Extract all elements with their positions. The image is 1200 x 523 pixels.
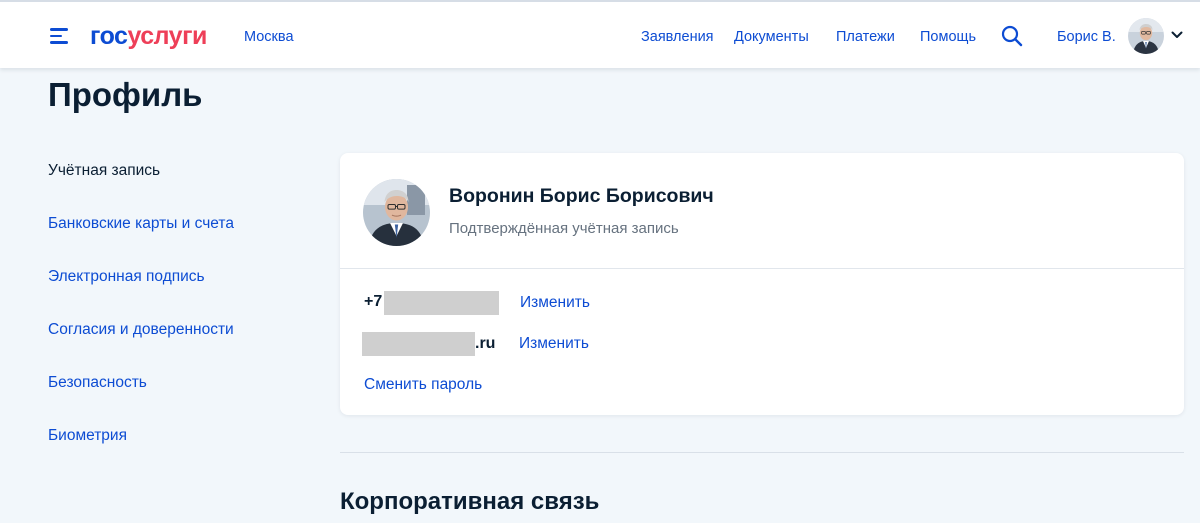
sidebar-item-bank-cards[interactable]: Банковские карты и счета bbox=[48, 215, 234, 233]
page-title: Профиль bbox=[48, 76, 203, 113]
nav-applications[interactable]: Заявления bbox=[641, 29, 714, 45]
profile-avatar bbox=[363, 179, 430, 246]
phone-redacted bbox=[384, 291, 499, 315]
sidebar-item-security[interactable]: Безопасность bbox=[48, 374, 147, 392]
city-selector[interactable]: Москва bbox=[244, 29, 294, 45]
profile-card: Воронин Борис Борисович Подтверждённая у… bbox=[340, 153, 1184, 415]
account-status: Подтверждённая учётная запись bbox=[449, 220, 679, 237]
nav-payments[interactable]: Платежи bbox=[836, 29, 895, 45]
sidebar-item-digital-signature[interactable]: Электронная подпись bbox=[48, 268, 205, 286]
search-icon[interactable] bbox=[1001, 25, 1023, 47]
top-header: госуслуги Москва Заявления Документы Пла… bbox=[0, 0, 1200, 68]
chevron-down-icon[interactable] bbox=[1171, 31, 1183, 39]
email-domain: .ru bbox=[475, 335, 496, 352]
profile-full-name: Воронин Борис Борисович bbox=[449, 185, 714, 207]
card-divider bbox=[340, 268, 1184, 269]
avatar[interactable] bbox=[1128, 18, 1164, 54]
section-divider bbox=[340, 452, 1184, 453]
sidebar-item-account[interactable]: Учётная запись bbox=[48, 162, 160, 180]
user-menu-name[interactable]: Борис В. bbox=[1057, 29, 1116, 45]
logo-part-uslugi: услуги bbox=[127, 22, 207, 50]
nav-documents[interactable]: Документы bbox=[734, 29, 809, 45]
corporate-section-title: Корпоративная связь bbox=[340, 488, 600, 515]
logo-part-gos: гос bbox=[90, 22, 128, 50]
change-password-link[interactable]: Сменить пароль bbox=[364, 376, 482, 394]
email-redacted bbox=[362, 332, 475, 356]
change-email-link[interactable]: Изменить bbox=[519, 335, 589, 353]
gosuslugi-logo[interactable]: госуслуги bbox=[90, 22, 207, 50]
menu-icon[interactable] bbox=[50, 28, 70, 44]
change-phone-link[interactable]: Изменить bbox=[520, 294, 590, 312]
sidebar-item-consents[interactable]: Согласия и доверенности bbox=[48, 321, 234, 339]
sidebar-item-biometrics[interactable]: Биометрия bbox=[48, 427, 127, 445]
nav-help[interactable]: Помощь bbox=[920, 29, 976, 45]
phone-prefix: +7 bbox=[364, 293, 383, 310]
